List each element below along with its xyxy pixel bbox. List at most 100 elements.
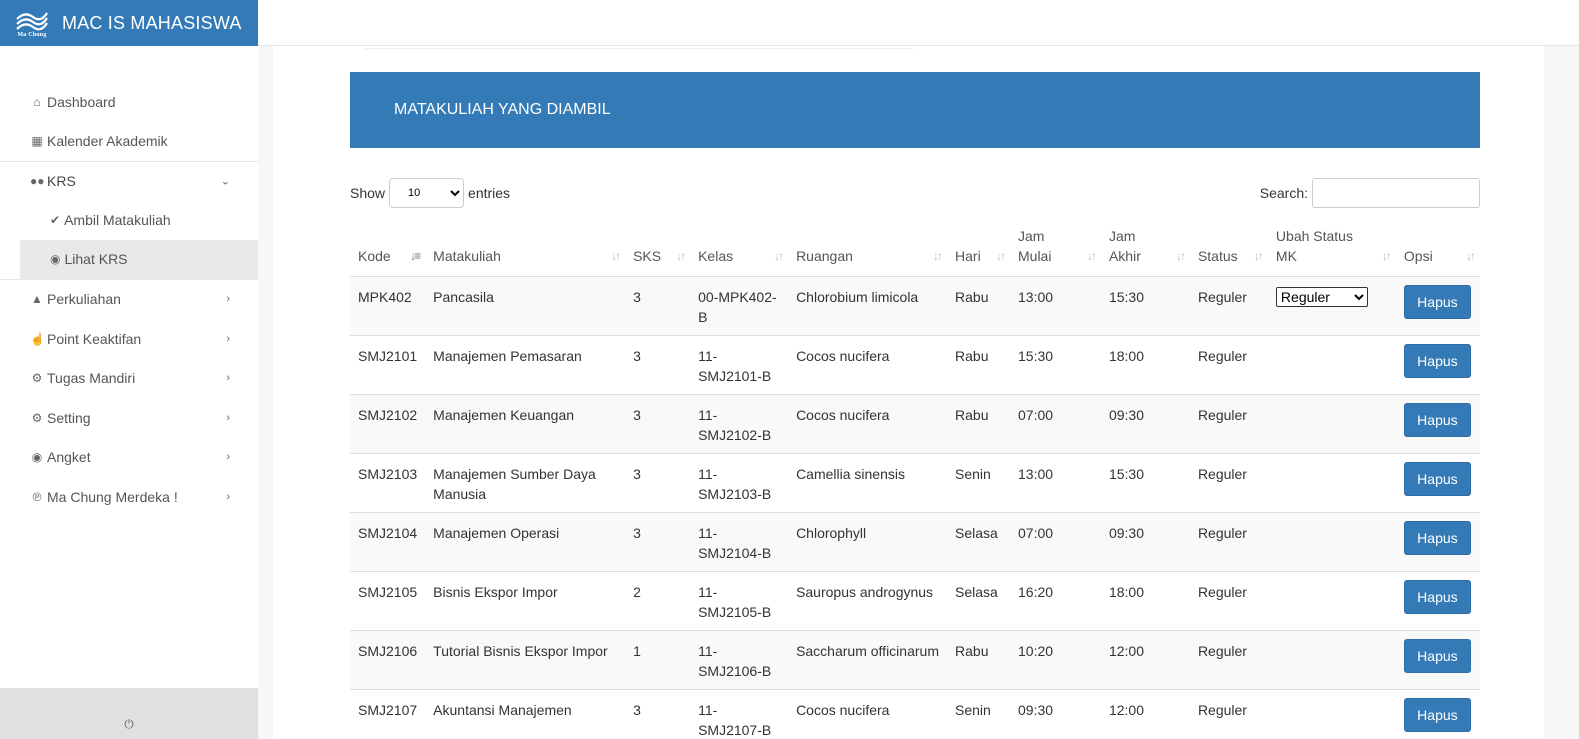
- eye-icon: ◉: [50, 252, 61, 266]
- column-header-matakuliah[interactable]: Matakuliah ↓↑: [425, 226, 626, 277]
- sort-asc-icon: ↓≡: [410, 249, 421, 263]
- column-label: Ubah Status MK: [1275, 228, 1353, 264]
- app-title[interactable]: MAC IS MAHASISWA: [62, 13, 242, 34]
- column-header-jam-mulai[interactable]: Jam Mulai ↓↑: [1010, 226, 1101, 277]
- cell-opsi: Hapus: [1395, 453, 1480, 513]
- sidebar-footer: ⏻: [0, 688, 258, 739]
- brand-bar: Ma Chung MAC IS MAHASISWA: [0, 0, 258, 46]
- hapus-button[interactable]: Hapus: [1403, 698, 1471, 732]
- hapus-button[interactable]: Hapus: [1403, 344, 1471, 378]
- cell-ruangan: Cocos nucifera: [788, 689, 948, 739]
- sidebar-item-label: Dashboard: [47, 93, 116, 110]
- sidebar-item-label: Perkuliahan: [47, 291, 121, 308]
- cell-status: Reguler: [1189, 571, 1268, 631]
- cell-jam-akhir: 12:00: [1100, 689, 1190, 739]
- cell-kode: SMJ2105: [350, 571, 426, 631]
- column-header-hari[interactable]: Hari ↓↑: [947, 226, 1010, 277]
- column-header-kode[interactable]: Kode ↓≡: [350, 226, 426, 277]
- cell-sks: 2: [625, 571, 691, 631]
- column-header-sks[interactable]: SKS ↓↑: [625, 226, 691, 277]
- table-row: SMJ2106 Tutorial Bisnis Ekspor Impor 1 11-S…: [350, 630, 1480, 690]
- hapus-button[interactable]: Hapus: [1403, 580, 1471, 614]
- entries-label: entries: [468, 185, 511, 201]
- sidebar-item-label: Kalender Akademik: [47, 133, 168, 150]
- cell-ruangan: Camellia sinensis: [788, 453, 948, 513]
- search-label: Search:: [1259, 185, 1308, 201]
- hapus-button[interactable]: Hapus: [1403, 403, 1471, 437]
- chevron-right-icon: ›: [226, 372, 230, 385]
- calendar-icon: ▦: [31, 134, 43, 149]
- cell-kode: SMJ2106: [350, 630, 426, 690]
- cell-kode: MPK402: [350, 276, 426, 336]
- cell-kode: SMJ2103: [350, 453, 426, 513]
- cell-kelas: 11-SMJ2104-B: [690, 512, 789, 572]
- sidebar-item-point-keaktifan[interactable]: ☝ Point Keaktifan ›: [0, 319, 258, 359]
- cell-sks: 3: [625, 276, 691, 336]
- sort-icon: ↓↑: [933, 249, 943, 263]
- cell-jam-akhir: 15:30: [1100, 453, 1190, 513]
- hapus-button[interactable]: Hapus: [1403, 462, 1471, 496]
- table-row: SMJ2103 Manajemen Sumber Daya Manusia 3 11-…: [350, 453, 1480, 513]
- column-header-opsi[interactable]: Opsi ↓↑: [1395, 226, 1480, 277]
- home-icon: ⌂: [33, 94, 41, 109]
- sidebar-item-setting[interactable]: ⚙ Setting ›: [0, 398, 258, 438]
- hapus-button[interactable]: Hapus: [1403, 521, 1471, 555]
- hapus-button[interactable]: Hapus: [1403, 285, 1471, 319]
- cell-status: Reguler: [1189, 512, 1268, 572]
- column-header-ruangan[interactable]: Ruangan ↓↑: [788, 226, 948, 277]
- cell-matakuliah: Tutorial Bisnis Ekspor Impor: [425, 630, 626, 690]
- cell-opsi: Hapus: [1395, 689, 1480, 739]
- glasses-icon: ●●: [30, 174, 45, 189]
- cell-ruangan: Chlorobium limicola: [788, 276, 948, 336]
- cell-jam-mulai: 13:00: [1010, 453, 1101, 513]
- page-length-select[interactable]: 10: [389, 178, 465, 208]
- check-icon: ✔: [50, 213, 61, 227]
- sidebar-item-lihat-krs[interactable]: ◉ Lihat KRS: [20, 239, 258, 279]
- search-input[interactable]: [1312, 178, 1480, 208]
- column-label: Kelas: [698, 248, 734, 264]
- cell-kode: SMJ2104: [350, 512, 426, 572]
- column-header-status[interactable]: Status ↓↑: [1189, 226, 1268, 277]
- cell-hari: Senin: [947, 453, 1010, 513]
- sidebar-item-krs[interactable]: ●● KRS ⌄: [0, 161, 258, 201]
- table-controls: Show 10 entries Search:: [350, 178, 1480, 208]
- cell-hari: Rabu: [947, 630, 1010, 690]
- sort-icon: ↓↑: [1381, 249, 1392, 263]
- cell-hari: Selasa: [947, 571, 1010, 631]
- cell-opsi: Hapus: [1395, 276, 1480, 336]
- sidebar-item-kalender-akademik[interactable]: ▦ Kalender Akademik: [0, 122, 258, 162]
- sidebar-item-ambil-matakuliah[interactable]: ✔ Ambil Matakuliah: [20, 201, 258, 240]
- gear-icon: ⚙: [31, 371, 43, 386]
- sidebar-item-dashboard[interactable]: ⌂ Dashboard: [0, 82, 258, 122]
- cell-jam-akhir: 15:30: [1100, 276, 1190, 336]
- sidebar-item-label: Ambil Matakuliah: [64, 212, 171, 228]
- cell-matakuliah: Manajemen Keuangan: [425, 394, 626, 454]
- column-header-ubah-status[interactable]: Ubah Status MK ↓↑: [1267, 226, 1396, 277]
- chevron-right-icon: ›: [226, 332, 230, 345]
- cell-ubah-status: [1267, 512, 1396, 572]
- hapus-button[interactable]: Hapus: [1403, 639, 1471, 673]
- column-label: Status: [1197, 248, 1238, 264]
- sidebar-item-tugas-mandiri[interactable]: ⚙ Tugas Mandiri ›: [0, 359, 258, 399]
- search-control: Search:: [1260, 178, 1480, 208]
- status-select[interactable]: Reguler: [1275, 287, 1368, 307]
- krs-table: Kode ↓≡ Matakuliah ↓↑ SKS ↓↑ Kelas ↓↑ Ruanga…: [350, 226, 1480, 739]
- cell-kelas: 00-MPK402-B: [690, 276, 789, 336]
- column-label: Jam Mulai: [1018, 228, 1052, 264]
- cell-matakuliah: Akuntansi Manajemen: [425, 689, 626, 739]
- cell-kelas: 11-SMJ2106-B: [690, 630, 789, 690]
- column-label: Jam Akhir: [1108, 228, 1141, 264]
- table-row: SMJ2104 Manajemen Operasi 3 11-SMJ2104-B Chl…: [350, 512, 1480, 572]
- column-header-kelas[interactable]: Kelas ↓↑: [690, 226, 789, 277]
- sidebar-item-perkuliahan[interactable]: ▲ Perkuliahan ›: [0, 280, 258, 320]
- power-icon[interactable]: ⏻: [124, 717, 134, 732]
- cell-matakuliah: Pancasila: [425, 276, 626, 336]
- column-header-jam-akhir[interactable]: Jam Akhir ↓↑: [1100, 226, 1190, 277]
- sidebar-item-ma-chung-merdeka[interactable]: ℗ Ma Chung Merdeka ! ›: [0, 477, 258, 517]
- sidebar-item-angket[interactable]: ◉ Angket ›: [0, 438, 258, 478]
- cell-ruangan: Saccharum officinarum: [788, 630, 948, 690]
- university-logo[interactable]: Ma Chung: [12, 3, 52, 43]
- table-header-row: Kode ↓≡ Matakuliah ↓↑ SKS ↓↑ Kelas ↓↑ Ruanga…: [350, 226, 1480, 277]
- table-row: SMJ2105 Bisnis Ekspor Impor 2 11-SMJ2105-B S…: [350, 571, 1480, 631]
- cell-kode: SMJ2107: [350, 689, 426, 739]
